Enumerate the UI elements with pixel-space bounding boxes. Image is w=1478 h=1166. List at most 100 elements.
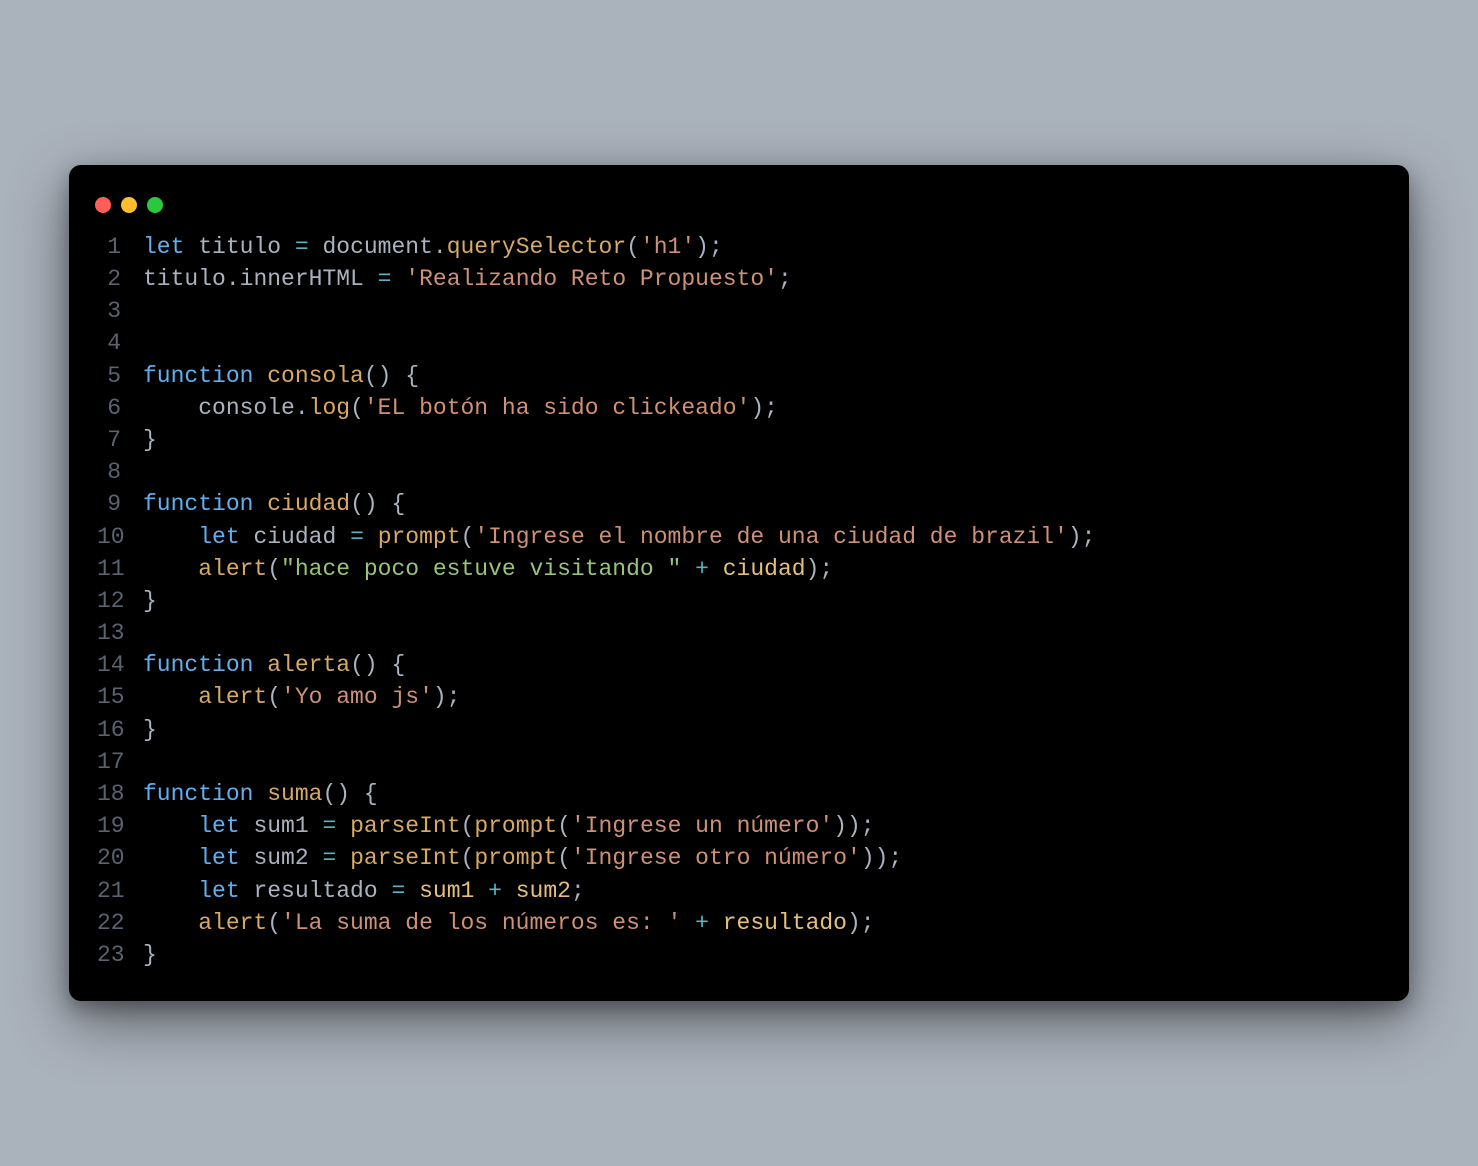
line-number: 15 — [97, 681, 143, 713]
code-content[interactable]: alert('La suma de los números es: ' + re… — [143, 907, 875, 939]
token-str: 'Ingrese el nombre de una ciudad de braz… — [474, 524, 1068, 550]
code-line[interactable]: 6 console.log('EL botón ha sido clickead… — [97, 392, 1381, 424]
token-id — [143, 845, 198, 871]
token-pun: } — [143, 588, 157, 614]
token-str: 'Yo amo js' — [281, 684, 433, 710]
code-content[interactable]: alert('Yo amo js'); — [143, 681, 460, 713]
code-line[interactable]: 4 — [97, 327, 1381, 359]
code-line[interactable]: 13 — [97, 617, 1381, 649]
token-fn: alert — [198, 910, 267, 936]
code-line[interactable]: 1let titulo = document.querySelector('h1… — [97, 231, 1381, 263]
code-content[interactable]: let titulo = document.querySelector('h1'… — [143, 231, 723, 263]
close-icon[interactable] — [95, 197, 111, 213]
code-line[interactable]: 19 let sum1 = parseInt(prompt('Ingrese u… — [97, 810, 1381, 842]
token-pun: )); — [833, 813, 874, 839]
line-number: 20 — [97, 842, 143, 874]
token-id — [143, 813, 198, 839]
line-number: 16 — [97, 714, 143, 746]
token-fn: log — [309, 395, 350, 421]
token-id — [143, 878, 198, 904]
maximize-icon[interactable] — [147, 197, 163, 213]
code-content[interactable]: function alerta() { — [143, 649, 405, 681]
code-content[interactable]: function consola() { — [143, 360, 419, 392]
code-content[interactable]: } — [143, 424, 157, 456]
line-number: 23 — [97, 939, 143, 971]
code-line[interactable]: 10 let ciudad = prompt('Ingrese el nombr… — [97, 521, 1381, 553]
code-line[interactable]: 12} — [97, 585, 1381, 617]
token-id — [681, 910, 695, 936]
code-content[interactable]: } — [143, 585, 157, 617]
code-line[interactable]: 22 alert('La suma de los números es: ' +… — [97, 907, 1381, 939]
code-line[interactable]: 23} — [97, 939, 1381, 971]
window-titlebar — [69, 189, 1409, 231]
token-str2: "hace poco estuve visitando " — [281, 556, 681, 582]
token-pun: ); — [806, 556, 834, 582]
token-pun: . — [295, 395, 309, 421]
code-line[interactable]: 20 let sum2 = parseInt(prompt('Ingrese o… — [97, 842, 1381, 874]
code-content[interactable]: } — [143, 939, 157, 971]
code-line[interactable]: 3 — [97, 295, 1381, 327]
token-pun: ( — [350, 395, 364, 421]
token-id: ciudad — [253, 524, 350, 550]
line-number: 22 — [97, 907, 143, 939]
token-str: 'h1' — [640, 234, 695, 260]
code-line[interactable]: 11 alert("hace poco estuve visitando " +… — [97, 553, 1381, 585]
code-line[interactable]: 8 — [97, 456, 1381, 488]
code-content[interactable]: function suma() { — [143, 778, 378, 810]
token-var: resultado — [723, 910, 847, 936]
code-line[interactable]: 2titulo.innerHTML = 'Realizando Reto Pro… — [97, 263, 1381, 295]
token-pun: ( — [557, 813, 571, 839]
code-content[interactable]: alert("hace poco estuve visitando " + ci… — [143, 553, 833, 585]
token-kw: function — [143, 781, 267, 807]
token-pun: () { — [364, 363, 419, 389]
line-number: 3 — [97, 295, 143, 327]
token-op: + — [695, 910, 709, 936]
code-line[interactable]: 14function alerta() { — [97, 649, 1381, 681]
code-content[interactable]: titulo.innerHTML = 'Realizando Reto Prop… — [143, 263, 792, 295]
token-id — [391, 266, 405, 292]
token-id: titulo — [143, 266, 226, 292]
line-number: 1 — [97, 231, 143, 263]
token-fn: prompt — [474, 813, 557, 839]
token-id: document — [309, 234, 433, 260]
token-kw: let — [198, 813, 253, 839]
token-id — [681, 556, 695, 582]
token-pun: () { — [350, 652, 405, 678]
token-pun: ); — [695, 234, 723, 260]
token-id — [143, 524, 198, 550]
code-content[interactable]: let sum1 = parseInt(prompt('Ingrese un n… — [143, 810, 875, 842]
token-fn: prompt — [378, 524, 461, 550]
code-content[interactable]: function ciudad() { — [143, 488, 405, 520]
line-number: 10 — [97, 521, 143, 553]
token-pun: () { — [322, 781, 377, 807]
token-fn: querySelector — [447, 234, 626, 260]
minimize-icon[interactable] — [121, 197, 137, 213]
code-content[interactable]: let sum2 = parseInt(prompt('Ingrese otro… — [143, 842, 902, 874]
code-line[interactable]: 16} — [97, 714, 1381, 746]
code-line[interactable]: 17 — [97, 746, 1381, 778]
code-line[interactable]: 15 alert('Yo amo js'); — [97, 681, 1381, 713]
code-content[interactable]: } — [143, 714, 157, 746]
token-id — [143, 556, 198, 582]
code-line[interactable]: 21 let resultado = sum1 + sum2; — [97, 875, 1381, 907]
token-kw: function — [143, 363, 267, 389]
code-content[interactable]: let resultado = sum1 + sum2; — [143, 875, 585, 907]
token-id: console — [143, 395, 295, 421]
line-number: 2 — [97, 263, 143, 295]
token-fn: parseInt — [350, 813, 460, 839]
code-line[interactable]: 5function consola() { — [97, 360, 1381, 392]
code-content[interactable]: console.log('EL botón ha sido clickeado'… — [143, 392, 778, 424]
token-kw: function — [143, 491, 267, 517]
line-number: 21 — [97, 875, 143, 907]
code-line[interactable]: 18function suma() { — [97, 778, 1381, 810]
token-fn: parseInt — [350, 845, 460, 871]
token-id — [405, 878, 419, 904]
code-line[interactable]: 9function ciudad() { — [97, 488, 1381, 520]
code-editor[interactable]: 1let titulo = document.querySelector('h1… — [69, 231, 1409, 971]
token-pun: . — [226, 266, 240, 292]
token-id — [143, 910, 198, 936]
line-number: 18 — [97, 778, 143, 810]
code-content[interactable]: let ciudad = prompt('Ingrese el nombre d… — [143, 521, 1095, 553]
code-line[interactable]: 7} — [97, 424, 1381, 456]
line-number: 8 — [97, 456, 143, 488]
